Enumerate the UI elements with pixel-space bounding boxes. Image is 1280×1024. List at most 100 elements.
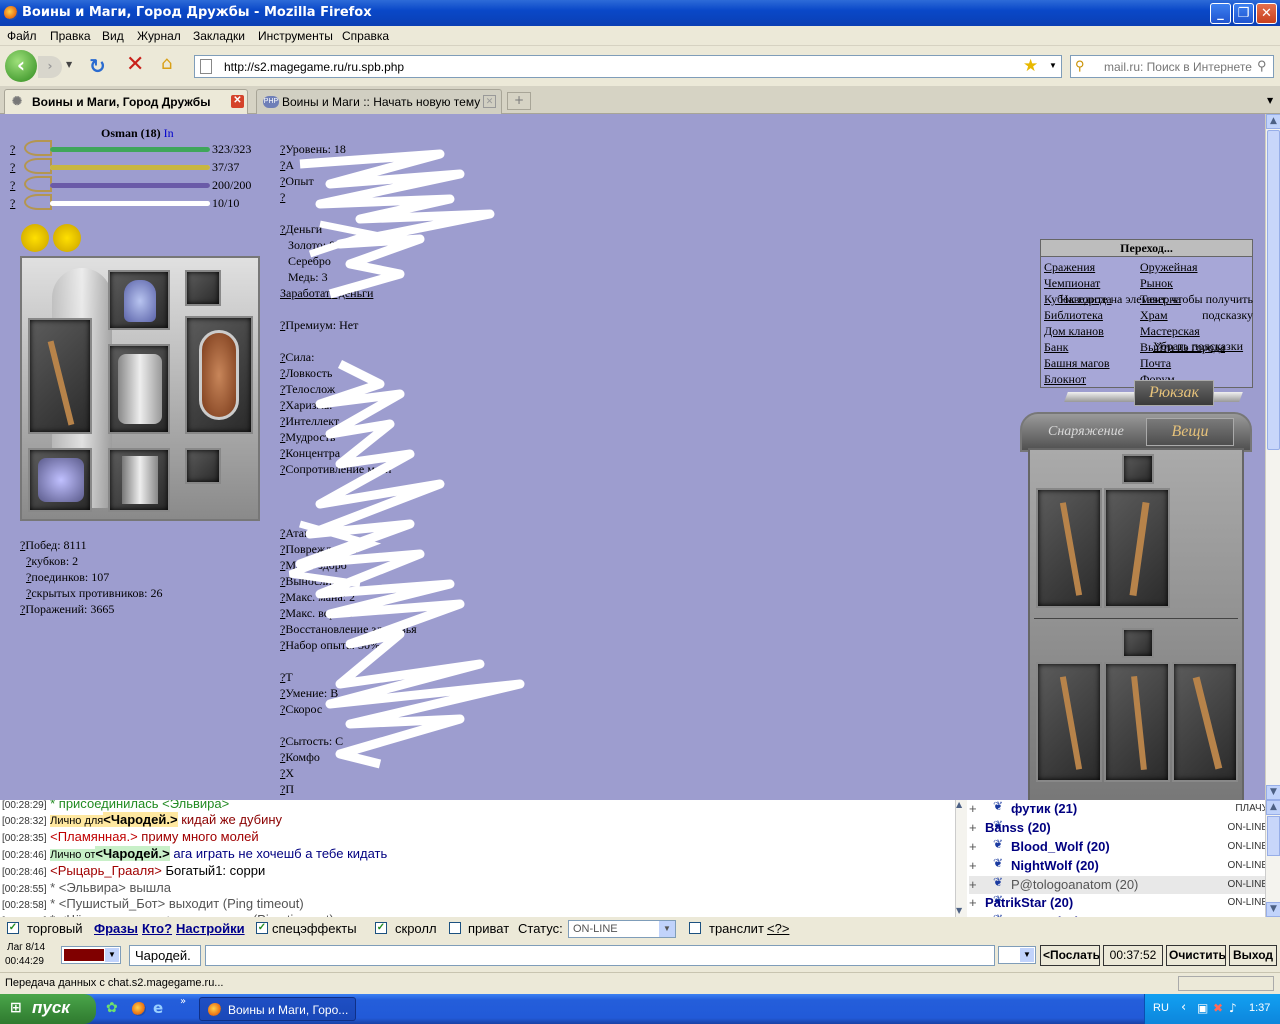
menu-help[interactable]: Справка (342, 29, 389, 43)
maximize-button[interactable]: ❐ (1233, 3, 1254, 24)
stop-icon[interactable]: ✕ (126, 52, 144, 77)
search-go-icon[interactable]: ⚲ (1257, 58, 1267, 74)
user-name[interactable]: NightWolf (20) (1011, 858, 1099, 873)
bar-help-link[interactable]: ? (10, 178, 15, 193)
send-button[interactable]: <Послать (1040, 945, 1100, 966)
phrases-link[interactable]: Фразы (94, 921, 138, 936)
search-engine-icon[interactable]: ⚲ (1075, 58, 1085, 74)
nav-link[interactable]: Чемпионат (1044, 276, 1100, 291)
nav-link[interactable]: Почта (1140, 356, 1171, 371)
weapon-slot[interactable] (28, 318, 92, 434)
scroll-down-icon[interactable]: ▼ (1266, 785, 1280, 800)
chat-nick[interactable]: <Чародей.> (103, 812, 178, 827)
expand-icon[interactable]: + (969, 858, 977, 873)
scroll-down-icon[interactable]: ▼ (956, 906, 962, 915)
tab-gear[interactable]: Снаряжение (1048, 424, 1124, 440)
address-bar[interactable]: http://s2.magegame.ru/ru.spb.php ★ ▼ (194, 55, 1062, 78)
who-link[interactable]: Кто? (142, 921, 172, 936)
armor-slot[interactable] (108, 344, 170, 434)
new-tab-button[interactable]: + (507, 92, 531, 110)
scroll-up-icon[interactable]: ▲ (1266, 114, 1280, 129)
category-icon[interactable] (1122, 628, 1154, 658)
menu-file[interactable]: Файл (7, 29, 37, 43)
forward-button[interactable]: › (38, 56, 62, 78)
chat-nick[interactable]: <Чародей.> (95, 846, 170, 861)
user-name[interactable]: Banss (20) (985, 820, 1051, 835)
star-icon[interactable]: ★ (1023, 56, 1038, 76)
scrollbar-thumb[interactable] (1267, 816, 1280, 856)
tab-active[interactable]: ✺ Воины и Маги, Город Дружбы ✕ (4, 89, 248, 114)
trade-checkbox[interactable]: ✓ (7, 922, 19, 934)
menu-edit[interactable]: Правка (50, 29, 91, 43)
user-name[interactable]: P@tologoanatom (20) (1011, 877, 1138, 892)
start-button[interactable]: ⊞ пуск (0, 994, 96, 1024)
expand-icon[interactable]: + (969, 839, 977, 854)
clear-button[interactable]: Очистить (1166, 945, 1226, 966)
effect-icon[interactable] (21, 224, 49, 252)
message-input[interactable] (205, 945, 995, 966)
remove-hints-link[interactable]: Убрать подсказки (1153, 339, 1243, 354)
status-select[interactable]: ON-LINE ▼ (568, 920, 676, 938)
expand-icon[interactable]: + (969, 801, 977, 816)
user-row[interactable]: + ❦ NightWolf (20) ON-LINE (969, 856, 1265, 876)
language-indicator[interactable]: RU (1153, 1002, 1169, 1014)
nick-prefix-field[interactable]: Чародей. (129, 945, 201, 966)
user-row[interactable]: + ❦ Banss (20) ON-LINE (969, 818, 1265, 838)
scrollbar-thumb[interactable] (1267, 130, 1280, 450)
nav-link[interactable]: Дом кланов (1044, 324, 1104, 339)
security-icon[interactable]: ✖ (1213, 1001, 1223, 1015)
nav-link[interactable]: Рынок (1140, 276, 1173, 291)
scroll-checkbox[interactable]: ✓ (375, 922, 387, 934)
helmet-slot[interactable] (108, 270, 170, 330)
volume-icon[interactable]: ♪ (1229, 1001, 1237, 1015)
user-name[interactable]: Blood_Wolf (20) (1011, 839, 1110, 854)
user-row[interactable]: + ❦ Blood_Wolf (20) ON-LINE (969, 837, 1265, 857)
ie-quicklaunch-icon[interactable]: e (153, 999, 163, 1017)
tab-inactive[interactable]: PHP Воины и Маги :: Начать новую тему ✕ (256, 89, 502, 114)
gloves-slot[interactable] (28, 448, 92, 512)
expand-icon[interactable]: + (969, 820, 977, 835)
page-scrollbar[interactable]: ▲ ▼ (1265, 114, 1280, 800)
category-icon[interactable] (1122, 454, 1154, 484)
phrase-select[interactable]: ▼ (998, 946, 1036, 964)
effect-icon[interactable] (53, 224, 81, 252)
user-name[interactable]: футик (21) (1011, 801, 1077, 816)
nav-link[interactable]: Мастерская (1140, 324, 1200, 339)
user-row[interactable]: + ❦ P@tologoanatom (20) ON-LINE (969, 875, 1265, 895)
reload-icon[interactable]: ↻ (89, 54, 106, 78)
expand-icon[interactable]: + (969, 877, 977, 892)
nav-link[interactable]: Оружейная (1140, 260, 1198, 275)
quicklaunch-more-icon[interactable]: » (180, 996, 186, 1007)
nav-link[interactable]: Банк (1044, 340, 1068, 355)
menu-history[interactable]: Журнал (137, 29, 181, 43)
amulet-slot[interactable] (185, 270, 221, 306)
bar-help-link[interactable]: ? (10, 196, 15, 211)
minimize-button[interactable]: _ (1210, 3, 1231, 24)
bar-help-link[interactable]: ? (10, 142, 15, 157)
settings-link[interactable]: Настройки (176, 921, 245, 936)
tab-items[interactable]: Вещи (1146, 418, 1234, 446)
inventory-slot[interactable] (1104, 662, 1170, 782)
url-dropdown-icon[interactable]: ▼ (1049, 61, 1057, 70)
back-button[interactable]: ‹ (5, 50, 37, 82)
scroll-up-icon[interactable]: ▲ (956, 800, 962, 809)
history-dropdown-icon[interactable]: ▼ (66, 60, 72, 69)
dropdown-icon[interactable]: ▼ (659, 921, 675, 937)
character-info-link[interactable]: In (164, 126, 174, 140)
nav-link[interactable]: Башня магов (1044, 356, 1110, 371)
expand-icon[interactable]: + (969, 895, 977, 910)
chat-nick[interactable]: <Рыцарь_Грааля> (50, 863, 162, 878)
dropdown-icon[interactable]: ▼ (105, 948, 119, 962)
tab-list-icon[interactable]: ▼ (1267, 96, 1273, 105)
close-button[interactable]: ✕ (1256, 3, 1277, 24)
search-input[interactable]: ⚲ mail.ru: Поиск в Интернете ⚲ (1070, 55, 1274, 78)
chat-nick[interactable]: <Пламянная.> (50, 829, 138, 844)
translit-checkbox[interactable] (689, 922, 701, 934)
network-icon[interactable]: ▣ (1197, 1001, 1208, 1015)
scroll-up-icon[interactable]: ▲ (1266, 800, 1280, 815)
nav-link[interactable]: Сражения (1044, 260, 1095, 275)
home-icon[interactable]: ⌂ (161, 53, 172, 74)
inventory-slot[interactable] (1172, 662, 1238, 782)
inventory-slot[interactable] (1036, 662, 1102, 782)
firefox-quicklaunch-icon[interactable] (132, 1002, 146, 1016)
